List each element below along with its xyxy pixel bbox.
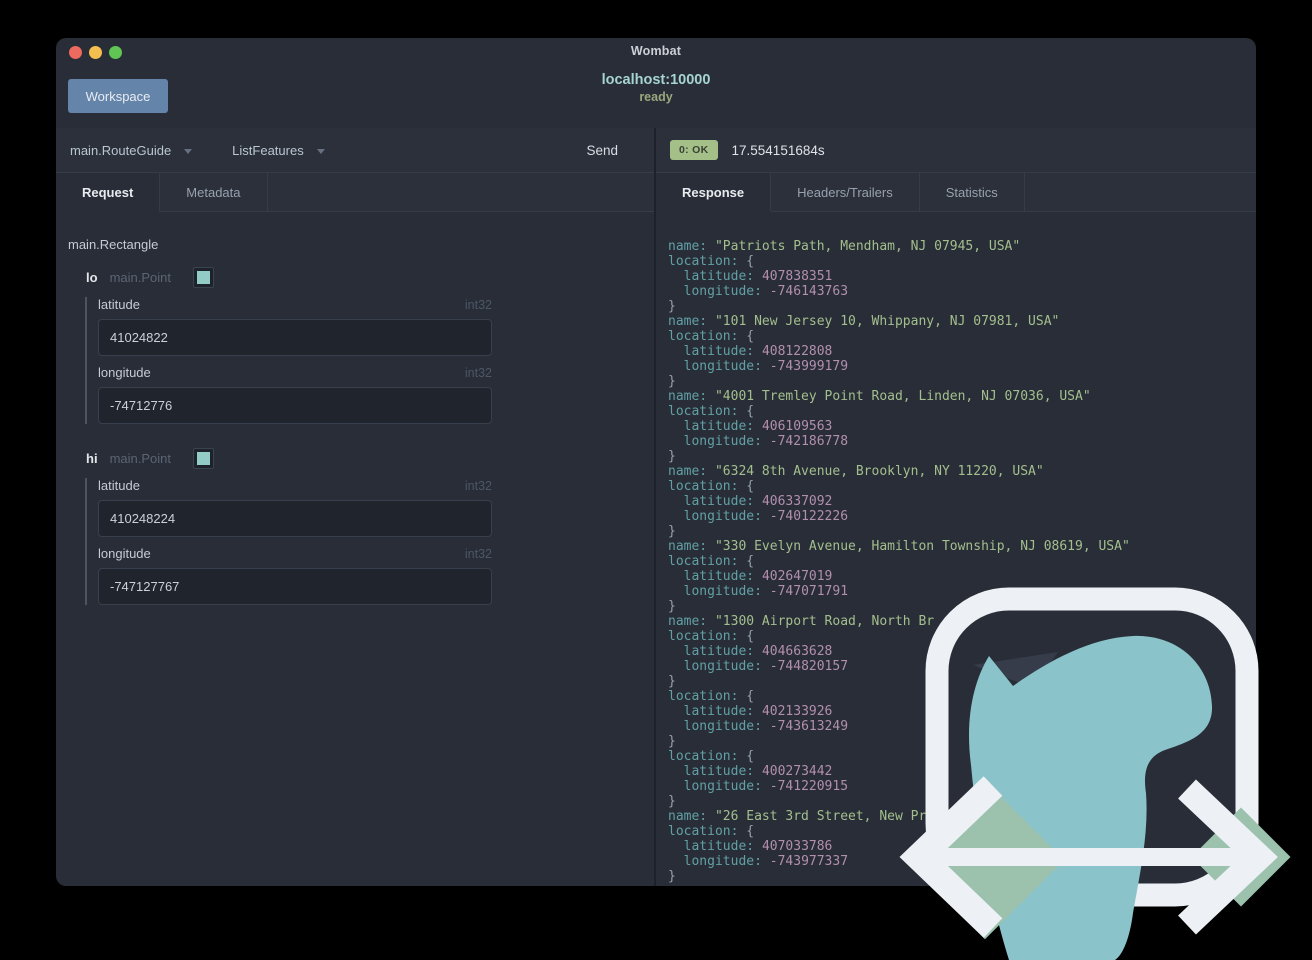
wombat-window: Wombat Workspace localhost:10000 ready m… <box>56 38 1256 886</box>
elapsed-time: 17.554151684s <box>731 142 825 158</box>
tab-metadata[interactable]: Metadata <box>160 173 268 211</box>
method-dropdown[interactable]: ListFeatures <box>232 143 325 158</box>
window-title: Wombat <box>630 44 682 58</box>
request-tabbar: Request Metadata <box>56 173 654 212</box>
hi-enabled-checkbox[interactable] <box>192 447 214 469</box>
service-dropdown[interactable]: main.RouteGuide <box>70 142 193 158</box>
tab-response[interactable]: Response <box>656 173 772 212</box>
subfield-label: latitude <box>98 478 140 493</box>
request-form: lomain.Pointlatitudeint32longitudeint32h… <box>68 266 654 605</box>
response-output[interactable]: name: "Patriots Path, Mendham, NJ 07945,… <box>656 212 1256 886</box>
subfield-label: longitude <box>98 365 151 380</box>
send-button[interactable]: Send <box>586 143 618 158</box>
field-type: main.Point <box>109 450 171 466</box>
request-pane: main.RouteGuide ListFeatures Send Reques… <box>56 128 656 886</box>
server-status: ready <box>639 90 673 104</box>
result-bar: 0: OK 17.554151684s <box>656 128 1256 173</box>
hi-latitude-input[interactable] <box>98 500 492 537</box>
field-name: lo <box>86 269 98 285</box>
response-text: name: "Patriots Path, Mendham, NJ 07945,… <box>668 239 1130 884</box>
subfield-label: longitude <box>98 546 151 561</box>
app-header: Workspace localhost:10000 ready <box>56 66 1256 128</box>
tab-statistics[interactable]: Statistics <box>920 173 1025 211</box>
service-dropdown-label: main.RouteGuide <box>70 142 172 158</box>
message-type-label: main.Rectangle <box>68 237 159 252</box>
field-group-hi: hi main.Point latitude int32 longitude int32 <box>85 447 654 605</box>
subfield-type: int32 <box>464 298 492 312</box>
response-pane: 0: OK 17.554151684s Response Headers/Tra… <box>656 128 1256 886</box>
chevron-down-icon <box>316 148 325 154</box>
tab-headers-trailers[interactable]: Headers/Trailers <box>771 173 920 211</box>
chevron-down-icon <box>184 148 193 154</box>
request-toolbar: main.RouteGuide ListFeatures Send <box>56 128 654 173</box>
hi-longitude-input[interactable] <box>98 568 492 605</box>
response-tabbar: Response Headers/Trailers Statistics <box>656 173 1256 212</box>
subfield-type: int32 <box>464 479 492 493</box>
lo-enabled-checkbox[interactable] <box>192 266 214 288</box>
subfield-type: int32 <box>464 547 492 561</box>
server-address: localhost:10000 <box>601 72 711 88</box>
lo-latitude-input[interactable] <box>98 319 492 356</box>
method-dropdown-label: ListFeatures <box>232 142 304 158</box>
field-group-lo: lo main.Point latitude int32 longitude int32 <box>85 266 654 424</box>
subfield-type: int32 <box>464 366 492 380</box>
subfield-label: latitude <box>98 297 140 312</box>
lo-longitude-input[interactable] <box>98 387 492 424</box>
request-form-area: main.Rectangle lo main.Point latitude int32… <box>56 212 654 886</box>
field-name: hi <box>86 450 98 466</box>
title-bar[interactable]: Wombat <box>56 38 1256 66</box>
status-badge: 0: OK <box>670 140 718 160</box>
field-type: main.Point <box>109 269 171 285</box>
server-block: localhost:10000 ready <box>56 72 1256 104</box>
tab-request[interactable]: Request <box>56 173 161 212</box>
desktop-background: Wombat Workspace localhost:10000 ready m… <box>0 0 1312 960</box>
